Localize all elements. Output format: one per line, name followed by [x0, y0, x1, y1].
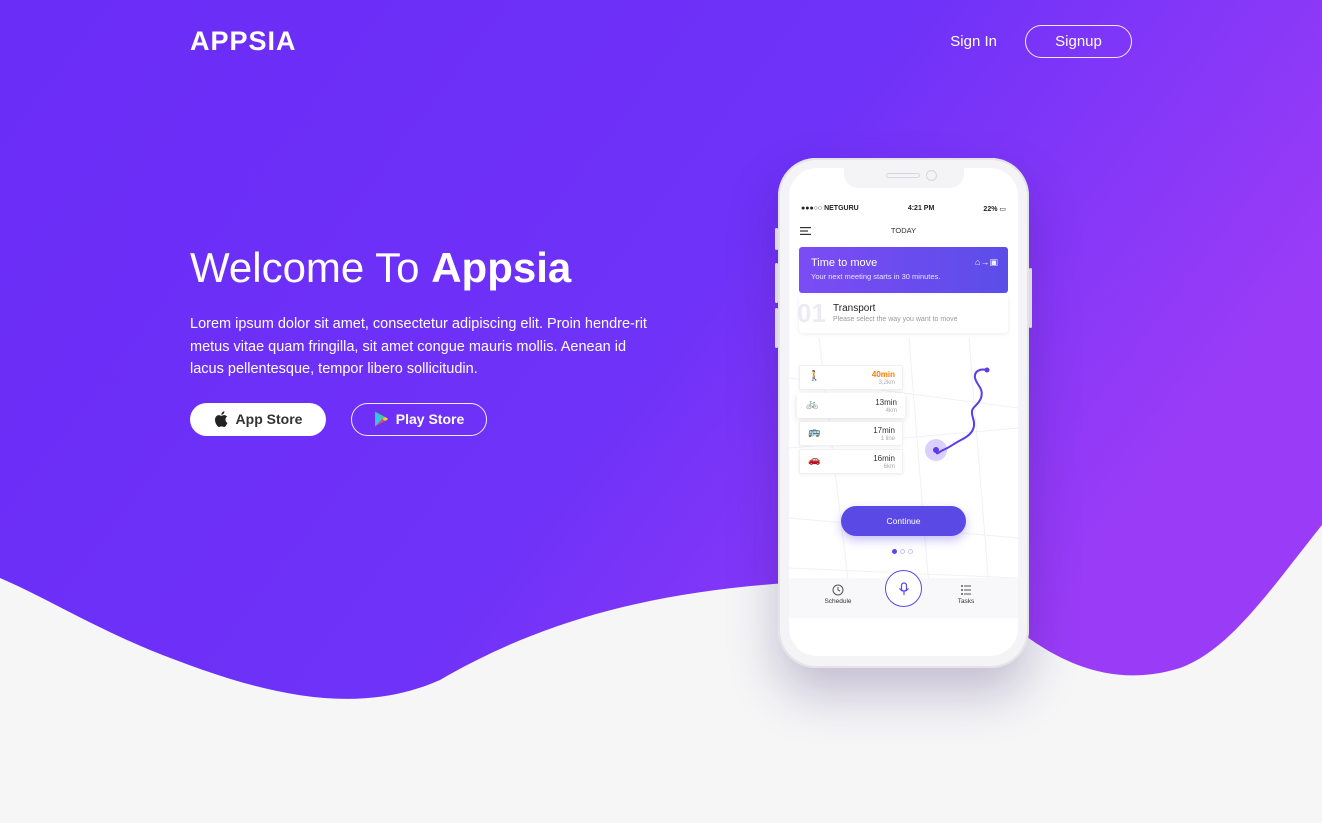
phone-screen: ●●●○○ NETGURU 4:21 PM 22% ▭ TODAY Time t…	[789, 168, 1018, 656]
clock-icon	[832, 584, 844, 596]
speaker	[886, 173, 920, 178]
mic-button[interactable]	[885, 570, 922, 607]
tab-tasks[interactable]: Tasks	[946, 584, 986, 605]
transport-mode-list: 🚶 40min 3,2km 🚲 13min 4km 🚌 17min 1 line…	[797, 365, 905, 477]
walk-icon: 🚶	[808, 371, 821, 382]
hero-content: Welcome To Appsia Lorem ipsum dolor sit …	[190, 243, 660, 436]
transport-title: Transport	[833, 303, 876, 314]
status-time: 4:21 PM	[907, 205, 935, 212]
page-dot[interactable]	[900, 549, 905, 554]
home-to-office-icon: ⌂→▣	[975, 257, 998, 267]
battery: 22% ▭	[983, 206, 1006, 213]
phone-side-button	[775, 263, 778, 303]
phone-side-button	[775, 308, 778, 348]
move-subtitle: Your next meeting starts in 30 minutes.	[811, 272, 941, 281]
phone-side-button	[775, 228, 778, 250]
mode-car[interactable]: 🚗 16min 6km	[799, 449, 903, 474]
today-title: TODAY	[890, 226, 917, 235]
list-icon	[961, 585, 971, 595]
hero-title: Welcome To Appsia	[190, 243, 660, 293]
mode-time: 40min	[871, 370, 895, 379]
page-dot-active[interactable]	[892, 549, 897, 554]
bike-icon: 🚲	[806, 399, 819, 410]
time-to-move-card[interactable]: Time to move Your next meeting starts in…	[799, 247, 1008, 293]
car-icon: 🚗	[808, 455, 821, 466]
app-store-button[interactable]: App Store	[190, 402, 326, 436]
tab-tasks-label: Tasks	[957, 598, 975, 605]
mode-distance: 6km	[883, 464, 895, 470]
page-indicator	[892, 549, 913, 554]
battery-level: 22%	[983, 206, 998, 213]
bus-icon: 🚌	[808, 427, 821, 438]
microphone-icon	[898, 581, 909, 595]
mode-distance: 1 line	[880, 436, 895, 442]
phone-side-button	[1029, 268, 1032, 328]
store-buttons: App Store Play Store	[190, 402, 660, 436]
transport-card[interactable]: 01 Transport Please select the way you w…	[797, 295, 1008, 333]
nav-actions: Sign In Signup	[950, 24, 1132, 58]
hero-description: Lorem ipsum dolor sit amet, consectetur …	[190, 316, 647, 377]
hero-title-prefix: Welcome To	[190, 244, 432, 291]
logo[interactable]: APPSIA	[190, 26, 297, 57]
play-store-button[interactable]: Play Store	[351, 402, 487, 436]
signup-button[interactable]: Signup	[1025, 24, 1132, 58]
move-title: Time to move	[811, 257, 878, 269]
apple-icon	[214, 411, 227, 427]
mode-distance: 3,2km	[878, 380, 895, 386]
hero-title-bold: Appsia	[431, 244, 572, 291]
phone-mockup: ●●●○○ NETGURU 4:21 PM 22% ▭ TODAY Time t…	[775, 158, 1032, 668]
route-line	[935, 368, 988, 455]
route-map	[925, 367, 990, 461]
app-header: TODAY	[789, 226, 1018, 238]
transport-subtitle: Please select the way you want to move	[833, 316, 958, 323]
tab-schedule-label: Schedule	[824, 598, 852, 605]
play-store-icon	[374, 411, 388, 427]
signin-link[interactable]: Sign In	[950, 33, 997, 50]
top-nav: APPSIA Sign In Signup	[190, 24, 1132, 58]
step-number: 01	[797, 298, 826, 328]
camera	[926, 170, 937, 181]
mode-walk[interactable]: 🚶 40min 3,2km	[799, 365, 903, 390]
app-store-label: App Store	[235, 411, 303, 427]
tab-schedule[interactable]: Schedule	[818, 584, 858, 605]
mode-bus[interactable]: 🚌 17min 1 line	[799, 421, 903, 446]
mode-distance: 4km	[885, 408, 897, 414]
page-dot[interactable]	[908, 549, 913, 554]
mode-time: 17min	[873, 426, 895, 435]
mode-time: 16min	[873, 454, 895, 463]
carrier: ●●●○○ NETGURU	[801, 205, 859, 212]
play-store-label: Play Store	[395, 411, 465, 427]
phone-notch	[844, 168, 964, 188]
route-start	[933, 447, 939, 453]
tab-bar: Schedule Tasks	[789, 570, 1018, 618]
route-end	[984, 367, 990, 373]
status-bar: ●●●○○ NETGURU 4:21 PM 22% ▭	[789, 205, 1018, 213]
continue-button[interactable]: Continue	[841, 506, 966, 536]
mode-time: 13min	[875, 398, 897, 407]
mode-bike[interactable]: 🚲 13min 4km	[797, 393, 905, 418]
